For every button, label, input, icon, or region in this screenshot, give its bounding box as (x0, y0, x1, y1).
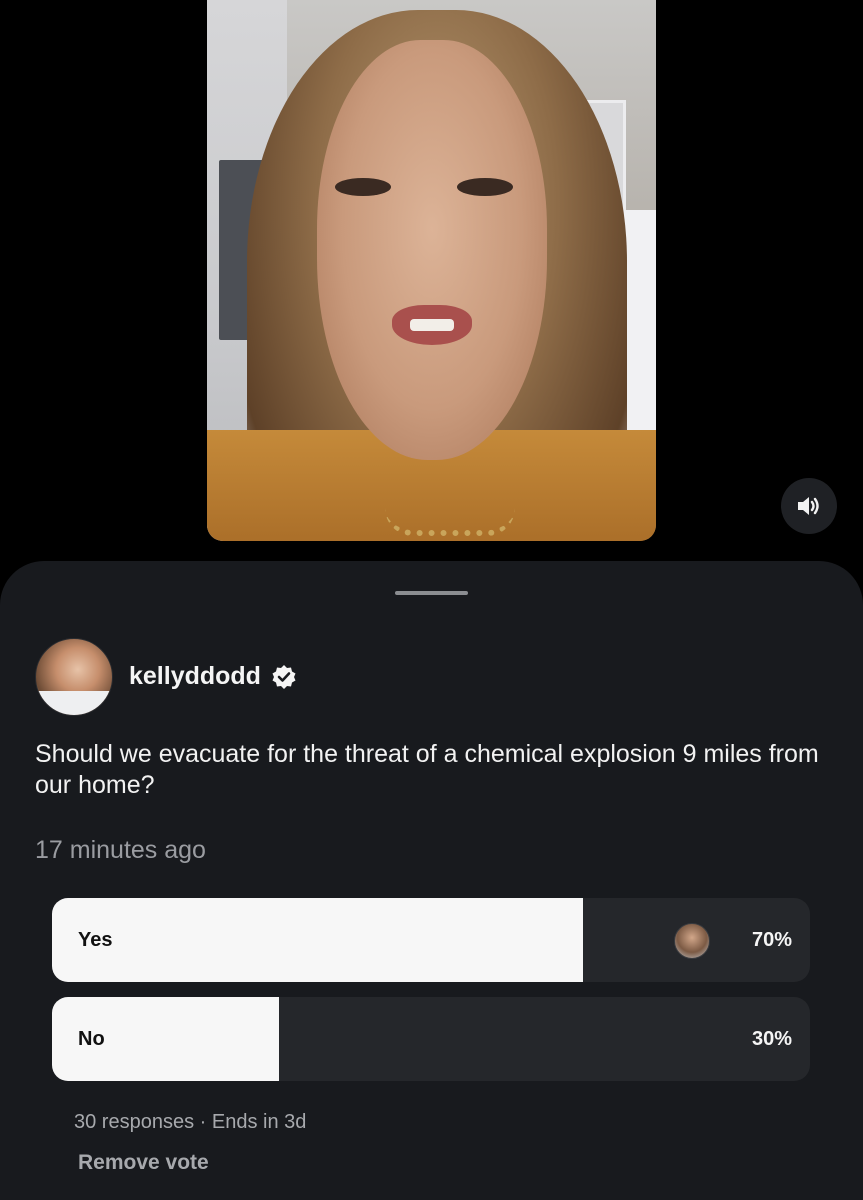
poll-option-no[interactable]: No 30% (52, 997, 810, 1081)
poll-option-label: No (78, 1027, 105, 1050)
poll-sheet: kellyddodd Should we evacuate for the th… (0, 561, 863, 1200)
poll-option-label: Yes (78, 928, 113, 951)
verified-badge-icon (272, 664, 296, 689)
screen: kellyddodd Should we evacuate for the th… (0, 0, 863, 1200)
avatar[interactable] (35, 638, 113, 716)
username-label: kellyddodd (129, 662, 261, 690)
video-person-mouth (392, 305, 472, 345)
video-person-eye-left (335, 178, 391, 196)
poll-meta: 30 responses · Ends in 3d (74, 1111, 307, 1133)
post-author[interactable]: kellyddodd (129, 662, 297, 691)
video-person-necklace (385, 508, 515, 536)
poll-option-fill (52, 898, 583, 982)
poll-option-yes[interactable]: Yes 70% (52, 898, 810, 982)
speaker-on-icon (798, 497, 819, 515)
remove-vote-button[interactable]: Remove vote (78, 1151, 209, 1175)
poll-option-percent: 30% (751, 1027, 792, 1050)
post-timestamp: 17 minutes ago (35, 836, 206, 864)
sheet-drag-handle[interactable] (395, 591, 468, 595)
sound-toggle-button[interactable] (781, 478, 837, 534)
video-player[interactable] (207, 0, 656, 541)
poll-question: Should we evacuate for the threat of a c… (35, 740, 819, 799)
poll-option-percent: 70% (751, 928, 792, 951)
voter-avatar (674, 923, 710, 959)
video-person-face (317, 40, 547, 460)
video-person-eye-right (457, 178, 513, 196)
